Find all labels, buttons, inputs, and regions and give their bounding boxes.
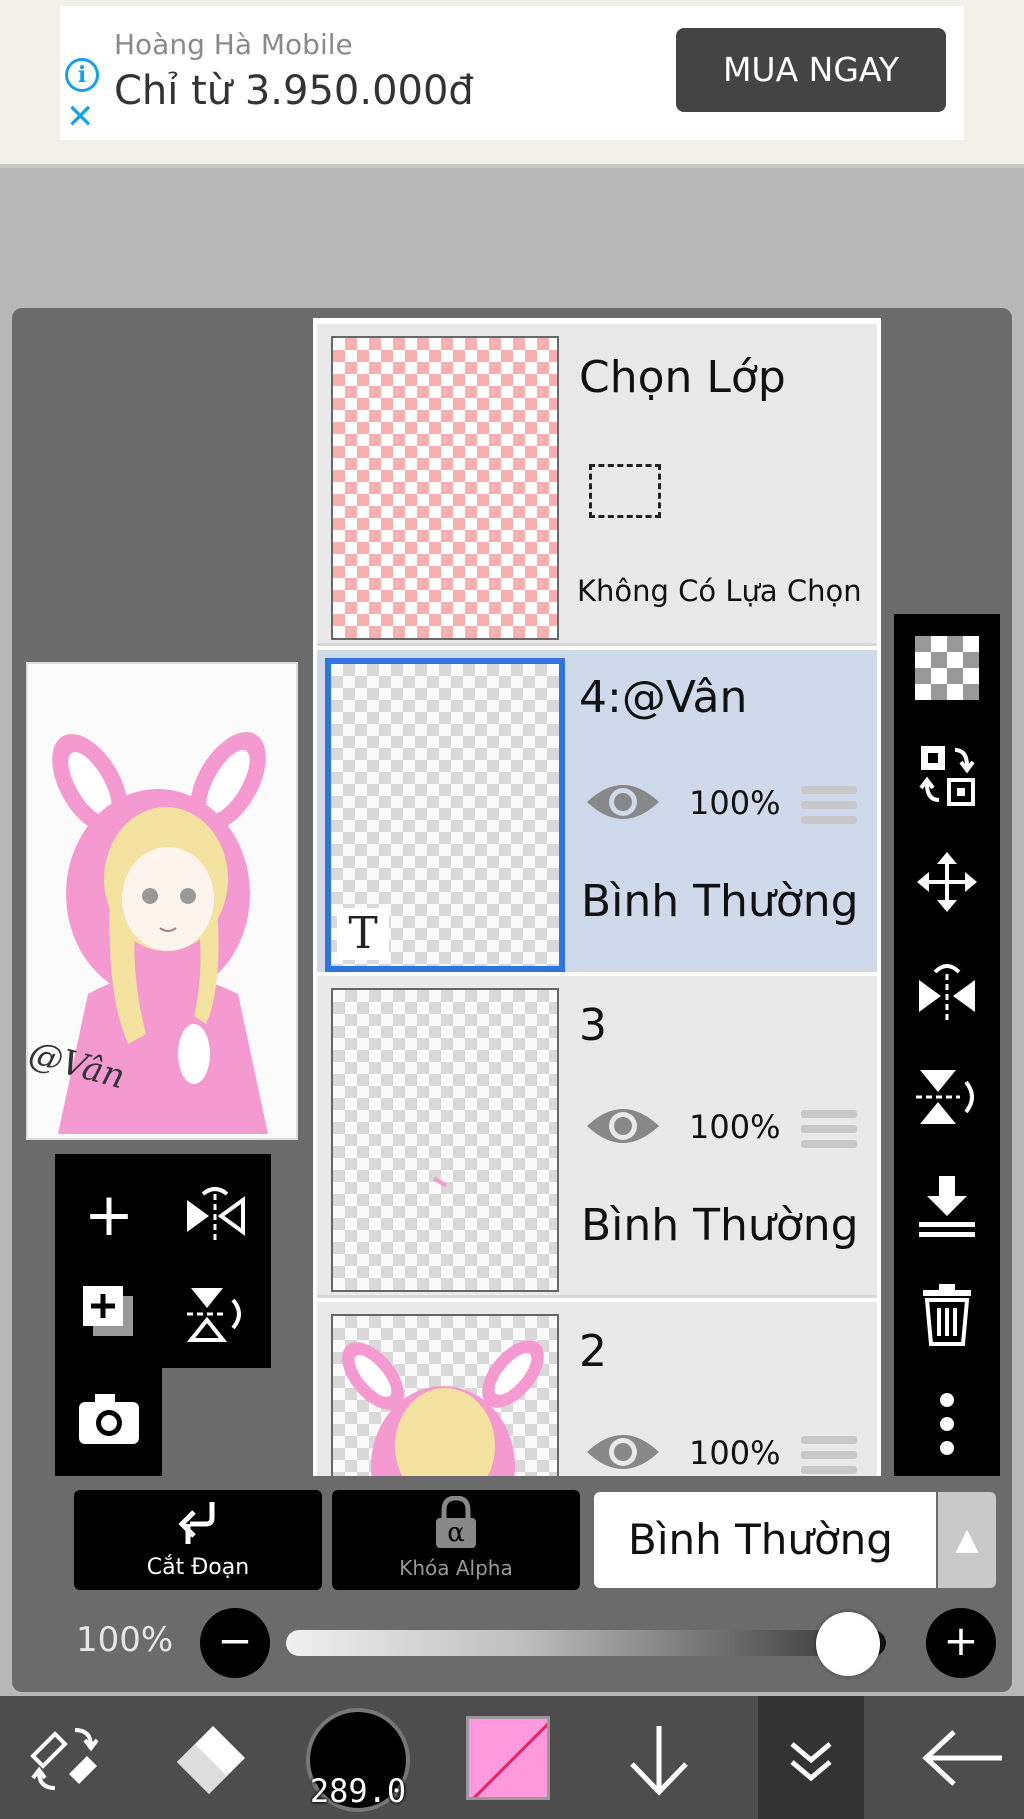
layer-row-4[interactable]: T 4:@Vân 100% Bình Thường [317,650,877,972]
eye-icon[interactable] [585,778,661,830]
layer-name: 2 [579,1326,607,1377]
clip-arrow-icon [178,1500,218,1546]
trash-icon[interactable] [894,1282,1000,1352]
ad-headline: Chỉ từ 3.950.000đ [114,68,474,114]
back-arrow-icon[interactable] [918,1696,1008,1819]
ad-banner: i ✕ Hoàng Hà Mobile Chỉ từ 3.950.000đ MU… [0,0,1024,168]
layer-panel-toggle-icon[interactable] [758,1696,864,1819]
blend-mode-arrow-icon[interactable]: ▲ [938,1492,996,1588]
alpha-lock-label: Khóa Alpha [399,1556,513,1580]
swap-icon[interactable] [894,742,1000,812]
layer-name: Chọn Lớp [579,352,786,403]
opacity-increase-button[interactable]: + [926,1608,996,1678]
left-tool-panel-bottom [55,1364,162,1476]
layer-thumbnail [331,1314,559,1476]
lock-icon: α [432,1495,480,1550]
layer-opacity: 100% [689,784,781,822]
layer-row-2[interactable]: 2 100% [317,1302,877,1476]
move-icon[interactable] [894,850,1000,920]
info-icon[interactable]: i [65,58,99,92]
layer-opacity: 100% [689,1434,781,1472]
drag-handle-icon[interactable] [801,1436,857,1476]
character-illustration: @Vân [28,732,268,1134]
selection-status: Không Có Lựa Chọn [577,574,862,608]
opacity-label: 100% [76,1620,174,1660]
opacity-slider[interactable] [286,1630,886,1656]
alpha-lock-button[interactable]: α Khóa Alpha [332,1490,580,1590]
flip-vertical-icon[interactable] [894,1064,1000,1134]
layers-list[interactable]: Chọn Lớp Không Có Lựa Chọn T 4:@Vân 100%… [313,318,881,1476]
ad-card[interactable]: i ✕ Hoàng Hà Mobile Chỉ từ 3.950.000đ MU… [60,6,964,140]
add-layer-icon[interactable]: + [73,1182,145,1254]
right-toolbar [894,614,1000,1476]
layer-thumbnail [331,988,559,1292]
eye-icon[interactable] [585,1102,661,1154]
selection-thumbnail [331,336,559,640]
canvas-preview[interactable]: @Vân [26,662,298,1140]
selection-marquee-icon [589,464,661,518]
layer-row-3[interactable]: 3 100% Bình Thường [317,976,877,1298]
layer-name: 3 [579,1000,607,1051]
flip-v-icon[interactable] [181,1282,249,1350]
layer-name: 4:@Vân [579,672,748,723]
blend-mode-select[interactable]: Bình Thường [594,1492,936,1588]
buy-now-button[interactable]: MUA NGAY [676,28,946,112]
clip-label: Cắt Đoạn [146,1555,250,1580]
color-swatch-button[interactable] [466,1696,552,1819]
transparent-icon[interactable] [894,636,1000,706]
more-icon[interactable] [894,1392,1000,1462]
eye-icon[interactable] [585,1428,661,1476]
selection-layer[interactable]: Chọn Lớp Không Có Lựa Chọn [317,324,877,646]
brush-size-button[interactable]: 289.0 [306,1696,410,1819]
down-arrow-icon[interactable] [616,1696,702,1819]
drag-handle-icon[interactable] [801,1110,857,1155]
drag-handle-icon[interactable] [801,786,857,831]
bottom-toolbar: 289.0 [0,1696,1024,1819]
transform-tool-icon[interactable] [22,1696,108,1819]
text-layer-marker: T [337,908,389,960]
layer-opacity: 100% [689,1108,781,1146]
merge-down-icon[interactable] [894,1174,1000,1244]
opacity-decrease-button[interactable]: − [200,1608,270,1678]
add-copy-icon[interactable] [79,1282,139,1342]
layer-thumbnail: T [325,658,565,972]
left-tool-panel: + [55,1154,271,1368]
layer-blend-mode: Bình Thường [581,1200,859,1251]
brush-size-value: 289.0 [309,1772,407,1810]
ad-brand: Hoàng Hà Mobile [114,28,353,61]
layer-blend-mode: Bình Thường [581,876,859,927]
camera-icon[interactable] [77,1390,141,1446]
close-icon[interactable]: ✕ [66,100,95,134]
alpha-symbol: α [447,1518,465,1548]
current-color-swatch [466,1716,550,1800]
clip-button[interactable]: Cắt Đoạn [74,1490,322,1590]
flip-h-icon[interactable] [179,1184,251,1256]
pink-stroke [432,1176,448,1188]
eraser-icon[interactable] [166,1696,252,1819]
flip-horizontal-icon[interactable] [894,958,1000,1028]
opacity-slider-knob[interactable] [815,1612,880,1676]
